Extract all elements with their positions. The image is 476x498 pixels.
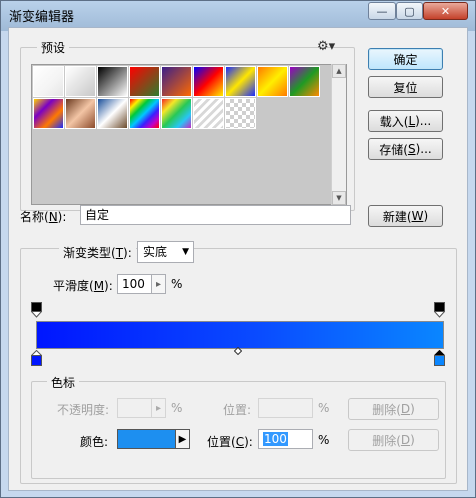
- title-bar[interactable]: 渐变编辑器 — ▢ ✕: [1, 1, 475, 27]
- preset-swatch-blue-red-yellow[interactable]: [193, 66, 224, 97]
- save-button[interactable]: 存储(S)...: [368, 138, 443, 160]
- color-stops-label: 色标: [47, 374, 80, 391]
- window-title: 渐变编辑器: [9, 10, 75, 25]
- midpoint-diamond-icon[interactable]: [234, 347, 242, 355]
- preset-swatch-black-white[interactable]: [97, 66, 128, 97]
- opacity-label: 不透明度:: [57, 403, 110, 417]
- opacity-input[interactable]: [117, 398, 152, 418]
- presets-menu-gear-icon[interactable]: ⚙▾: [317, 39, 335, 54]
- reset-button[interactable]: 复位: [368, 76, 443, 98]
- dialog-body: 预设 ⚙▾ ▲ ▼ 确定 复位 载入(L)... 存储(S)... 名称(N):…: [8, 27, 468, 491]
- delete-color-stop-button[interactable]: 删除(D): [348, 429, 439, 451]
- preset-swatch-foreground-to-transparent[interactable]: [65, 66, 96, 97]
- opacity-arrow-icon[interactable]: ▸: [151, 398, 166, 418]
- close-button[interactable]: ✕: [423, 2, 468, 20]
- opacity-location-unit: %: [318, 401, 330, 415]
- load-button[interactable]: 载入(L)...: [368, 110, 443, 132]
- new-button[interactable]: 新建(W): [368, 205, 443, 227]
- smoothness-label: 平滑度(M):: [53, 279, 113, 293]
- preset-swatch-blue-yellow-blue[interactable]: [225, 66, 256, 97]
- preset-swatch-red-green[interactable]: [129, 66, 160, 97]
- location-value: 100: [263, 432, 288, 446]
- name-field[interactable]: 自定: [80, 205, 351, 225]
- opacity-unit: %: [171, 401, 183, 415]
- delete-opacity-stop-button[interactable]: 删除(D): [348, 398, 439, 420]
- scroll-down-icon[interactable]: ▼: [332, 191, 346, 205]
- presets-label: 预设: [37, 39, 70, 56]
- minimize-icon: —: [376, 4, 388, 18]
- preset-swatch-copper[interactable]: [65, 98, 96, 129]
- scroll-up-icon[interactable]: ▲: [332, 64, 346, 78]
- maximize-icon: ▢: [404, 4, 415, 18]
- smoothness-unit: %: [171, 277, 183, 291]
- preset-swatch-yellow-violet-orange-blue[interactable]: [33, 98, 64, 129]
- smoothness-input[interactable]: 100: [117, 274, 152, 294]
- gradient-editor-window: 渐变编辑器 — ▢ ✕ 预设 ⚙▾ ▲ ▼ 确定 复位 载入(L)... 存储(…: [0, 0, 476, 498]
- chevron-down-icon: ▼: [182, 247, 189, 257]
- gradient-type-value: 实底: [143, 245, 168, 259]
- smoothness-arrow-icon[interactable]: ▸: [151, 274, 166, 294]
- color-stop-left[interactable]: [31, 350, 42, 366]
- color-stop-right[interactable]: [434, 350, 445, 366]
- preset-swatch-orange-yellow-orange[interactable]: [257, 66, 288, 97]
- opacity-location-input[interactable]: [258, 398, 313, 418]
- stop-color-swatch[interactable]: [117, 429, 177, 449]
- opacity-stop-left[interactable]: [31, 302, 42, 318]
- color-label: 颜色:: [80, 435, 109, 449]
- preset-swatch-foreground-to-background[interactable]: [33, 66, 64, 97]
- preset-swatch-violet-orange[interactable]: [161, 66, 192, 97]
- location-label: 位置(C):: [207, 435, 253, 449]
- preset-swatch-transparent-rainbow[interactable]: [161, 98, 192, 129]
- close-icon: ✕: [440, 4, 451, 18]
- preset-swatch-transparent-checker[interactable]: [225, 98, 256, 129]
- presets-swatch-grid: ▲ ▼: [31, 64, 347, 205]
- gradient-type-select[interactable]: 实底 ▼: [137, 241, 194, 263]
- preset-swatch-violet-green-orange[interactable]: [289, 66, 320, 97]
- color-menu-arrow-icon[interactable]: ▶: [175, 429, 190, 449]
- name-label: 名称(N):: [20, 210, 67, 224]
- location-input[interactable]: 100: [258, 429, 313, 449]
- ok-button[interactable]: 确定: [368, 48, 443, 70]
- preset-swatch-chrome[interactable]: [97, 98, 128, 129]
- location-unit: %: [318, 433, 330, 447]
- preset-swatch-spectrum[interactable]: [129, 98, 160, 129]
- preset-swatch-transparent-stripes[interactable]: [193, 98, 224, 129]
- gradient-preview-bar[interactable]: [36, 321, 444, 349]
- maximize-button[interactable]: ▢: [396, 2, 423, 20]
- presets-scrollbar[interactable]: ▲ ▼: [331, 64, 346, 205]
- minimize-button[interactable]: —: [368, 2, 396, 20]
- gradient-type-label: 渐变类型(T):: [59, 244, 136, 261]
- opacity-location-label: 位置:: [223, 403, 252, 417]
- opacity-stop-right[interactable]: [434, 302, 445, 318]
